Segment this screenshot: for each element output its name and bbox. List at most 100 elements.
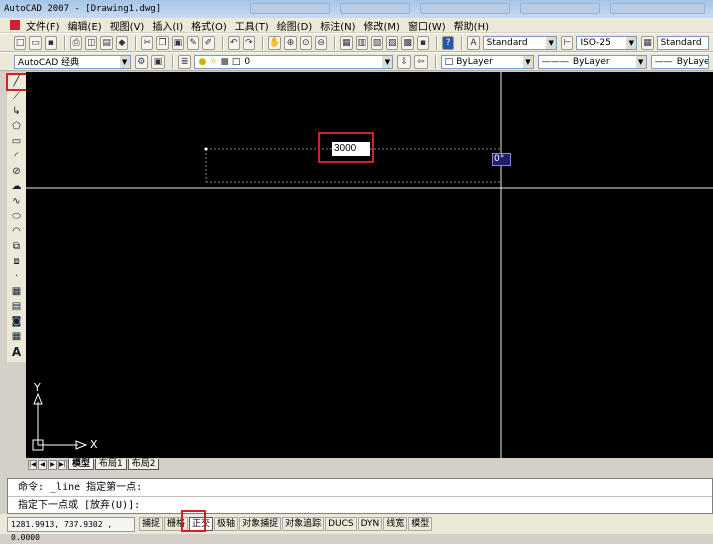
menu-window[interactable]: 窗口(W) [408,18,446,33]
color-swatch-icon: □ [444,56,454,67]
linetype-select[interactable]: ——— ByLayer ▼ [537,54,647,69]
make-block-icon[interactable]: ⧈ [7,254,26,269]
last-tab-icon[interactable]: ▶| [58,459,67,470]
match-properties-icon[interactable]: ✎ [186,35,200,50]
construction-line-icon[interactable]: ⟋ [7,89,26,104]
properties-icon[interactable]: ▦ [340,35,353,50]
model-toggle[interactable]: 模型 [408,517,433,531]
snap-toggle[interactable]: 捕捉 [139,517,164,531]
menu-insert[interactable]: 插入(I) [152,18,183,33]
workspace-save-icon[interactable]: ▣ [151,54,165,69]
undo-icon[interactable]: ↶ [227,35,240,50]
markup-icon[interactable]: ▩ [401,35,414,50]
revision-cloud-icon[interactable]: ☁ [7,179,26,194]
workspace-select[interactable]: AutoCAD 经典 ▼ [14,54,131,69]
text-style-select[interactable]: Standard ▼ [482,35,558,50]
prev-tab-icon[interactable]: ◀ [38,459,47,470]
paste-icon[interactable]: ▣ [171,35,184,50]
copy-icon[interactable]: ❐ [156,35,169,50]
tab-layout2[interactable]: 布局2 [127,459,160,470]
blurred-tab [420,3,510,14]
menu-file[interactable]: 文件(F) [26,18,60,33]
status-bar: 1281.9913, 737.9302 , 0.0000 捕捉 栅格 正交 极轴… [0,514,713,542]
command-line[interactable]: 命令: _line 指定第一点: 指定下一点或 [放弃(U)]: [7,478,713,514]
tool-palettes-icon[interactable]: ▧ [370,35,384,50]
lineweight-select[interactable]: ——ByLayer [650,54,710,69]
table-style-icon[interactable]: ▦ [641,35,654,50]
first-tab-icon[interactable]: |◀ [28,459,37,470]
calculator-icon[interactable]: ▪ [416,35,430,50]
app-logo-icon[interactable] [10,20,20,30]
polygon-icon[interactable]: ⬠ [7,119,26,134]
line-tool-highlight [6,73,28,91]
preview-icon[interactable]: ◫ [85,35,98,50]
print-icon[interactable]: ⎙ [69,35,83,50]
next-tab-icon[interactable]: ▶ [48,459,57,470]
layer-color-icon: □ [231,56,241,67]
text-style-icon[interactable]: A [467,35,480,50]
coordinate-readout[interactable]: 1281.9913, 737.9302 , 0.0000 [7,516,135,542]
point-icon[interactable]: · [7,269,26,284]
menu-view[interactable]: 视图(V) [110,18,145,33]
menu-edit[interactable]: 编辑(E) [68,18,102,33]
rectangle-icon[interactable]: ▭ [7,134,26,149]
sheet-set-icon[interactable]: ▨ [386,35,399,50]
drawing-svg [26,72,713,458]
cut-icon[interactable]: ✂ [141,35,154,50]
table-style-select[interactable]: Standard [656,35,709,50]
layer-manager-icon[interactable]: ≣ [177,54,192,69]
menu-modify[interactable]: 修改(M) [364,18,400,33]
tab-model[interactable]: 模型 [68,459,95,470]
zoom-realtime-icon[interactable]: ⊕ [284,35,297,50]
zoom-window-icon[interactable]: ⊙ [299,35,312,50]
make-current-layer-icon[interactable]: ⇩ [397,54,412,69]
open-icon[interactable]: ▭ [29,35,42,50]
spline-icon[interactable]: ∿ [7,194,26,209]
blurred-tab [520,3,600,14]
menu-draw[interactable]: 绘图(D) [277,18,313,33]
menu-bar: 文件(F) 编辑(E) 视图(V) 插入(I) 格式(O) 工具(T) 绘图(D… [0,18,713,33]
3d-publish-icon[interactable]: ◆ [115,35,129,50]
tab-layout1[interactable]: 布局1 [95,459,127,470]
menu-format[interactable]: 格式(O) [191,18,227,33]
dim-style-select[interactable]: ISO-25 ▼ [576,35,638,50]
layer-previous-icon[interactable]: ⇦ [414,54,428,69]
osnap-toggle[interactable]: 对象捕捉 [239,517,282,531]
menu-tools[interactable]: 工具(T) [235,18,269,33]
otrack-toggle[interactable]: 对象追踪 [282,517,325,531]
new-icon[interactable]: □ [14,35,27,50]
ucs-x-label: X [90,438,98,451]
dim-style-icon[interactable]: ⊢ [561,35,574,50]
ellipse-arc-icon[interactable]: ◠ [7,224,26,239]
layer-select[interactable]: ● ☼ ■ □ 0 ▼ [194,54,394,69]
publish-icon[interactable]: ▤ [100,35,113,50]
insert-block-icon[interactable]: ⧉ [7,239,26,254]
table-icon[interactable]: ▦ [7,329,26,344]
hatch-icon[interactable]: ▦ [7,284,26,299]
polar-toggle[interactable]: 极轴 [214,517,239,531]
command-prompt-line[interactable]: 指定下一点或 [放弃(U)]: [8,496,712,513]
chevron-down-icon: ▼ [546,36,557,49]
gradient-icon[interactable]: ▤ [7,299,26,314]
design-center-icon[interactable]: ▥ [355,35,368,50]
pan-icon[interactable]: ✋ [268,35,282,50]
drawing-area[interactable]: 3000 0° Y X [26,72,713,458]
workspace-settings-icon[interactable]: ⚙ [134,54,149,69]
help-icon[interactable]: ? [442,35,455,50]
ducs-toggle[interactable]: DUCS [325,517,357,531]
region-icon[interactable]: ◙ [7,314,26,329]
dyn-toggle[interactable]: DYN [357,517,383,531]
arc-icon[interactable]: ◜ [7,149,26,164]
zoom-previous-icon[interactable]: ⊖ [314,35,328,50]
block-editor-icon[interactable]: ✐ [202,35,215,50]
circle-icon[interactable]: ⊘ [7,164,26,179]
menu-help[interactable]: 帮助(H) [454,18,489,33]
redo-icon[interactable]: ↷ [242,35,256,50]
ellipse-icon[interactable]: ⬭ [7,209,26,224]
color-select[interactable]: □ ByLayer ▼ [440,54,534,69]
lineweight-toggle[interactable]: 线宽 [383,517,408,531]
save-icon[interactable]: ▪ [44,35,57,50]
menu-dimension[interactable]: 标注(N) [320,18,355,33]
polyline-icon[interactable]: ↳ [7,104,26,119]
multiline-text-icon[interactable]: A [7,344,26,359]
